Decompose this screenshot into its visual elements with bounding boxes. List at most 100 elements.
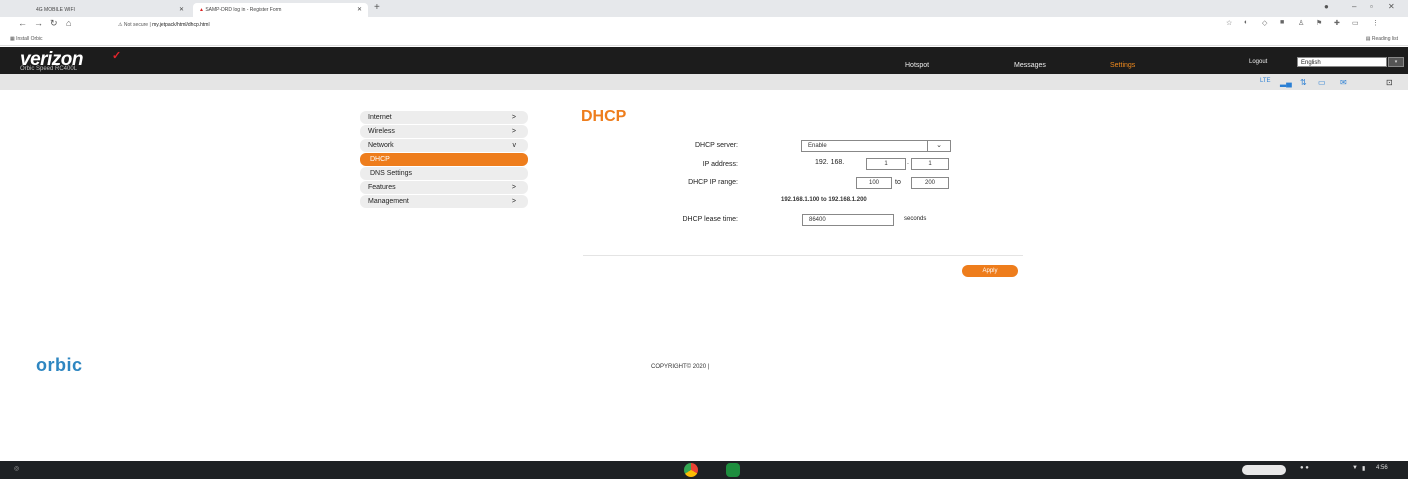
sidebar-item-wireless[interactable]: Wireless >: [360, 125, 528, 138]
chevron-right-icon: >: [511, 198, 516, 205]
extension-icon[interactable]: ◐: [1244, 19, 1248, 26]
sidebar-item-features[interactable]: Features >: [360, 181, 528, 194]
address-input[interactable]: ⚠ Not secure | my.jetpack/html/dhcp.html: [118, 19, 1208, 31]
sidebar-item-label: DNS Settings: [370, 170, 413, 177]
forward-icon[interactable]: →: [34, 18, 43, 28]
os-taskbar: [0, 461, 1408, 479]
orbic-logo: orbic: [36, 355, 83, 375]
back-icon[interactable]: ←: [18, 18, 27, 28]
minimize-icon[interactable]: –: [1352, 2, 1356, 11]
network-type-icon: LTE: [1260, 78, 1271, 84]
home-icon[interactable]: ⌂: [66, 18, 71, 28]
range-to-label: to: [895, 179, 901, 186]
status-strip: [0, 74, 1408, 90]
star-icon[interactable]: ☆: [1226, 19, 1232, 27]
apps-icon[interactable]: ▦: [10, 36, 15, 42]
sidebar-item-label: Features: [368, 184, 396, 191]
sidebar-item-dns-settings[interactable]: DNS Settings: [360, 167, 528, 180]
security-status: Not secure |: [123, 22, 151, 28]
ip-address-label: IP address:: [702, 161, 738, 168]
sidebar-item-label: Internet: [368, 114, 392, 121]
sidebar-item-label: Network: [368, 142, 394, 149]
lease-unit: seconds: [904, 216, 927, 222]
url-text: my.jetpack/html/dhcp.html: [152, 22, 210, 28]
extension-icon[interactable]: ♙: [1298, 19, 1304, 27]
range-start-input[interactable]: 100: [856, 177, 892, 189]
messages-icon: ✉: [1340, 78, 1347, 87]
ip-octet4-input[interactable]: 1: [911, 158, 949, 170]
menu-icon[interactable]: ⋮: [1372, 19, 1379, 27]
ip-prefix: 192. 168.: [815, 159, 845, 166]
reading-list-link[interactable]: ▤ Reading list: [1366, 33, 1398, 45]
nav-messages[interactable]: Messages: [1014, 62, 1046, 69]
checkmark-icon: ✓: [112, 50, 122, 62]
launcher-icon[interactable]: ◎: [14, 465, 19, 472]
divider: [583, 255, 1023, 256]
reading-list-label: Reading list: [1371, 36, 1398, 42]
nav-hotspot[interactable]: Hotspot: [905, 62, 929, 69]
sidebar-item-label: Management: [368, 198, 409, 205]
chevron-down-icon[interactable]: ▾: [1388, 57, 1404, 67]
tray-status-icon[interactable]: ● ●: [1300, 465, 1309, 471]
browser-tab[interactable]: 4G MOBILE WIFI ✕: [30, 3, 190, 17]
chevron-right-icon: >: [511, 114, 516, 121]
maximize-icon[interactable]: ▫: [1370, 2, 1373, 11]
range-end-input[interactable]: 200: [911, 177, 949, 189]
chevron-down-icon: v: [512, 142, 517, 149]
extension-icon[interactable]: ■: [1280, 19, 1284, 26]
lease-time-label: DHCP lease time:: [682, 216, 738, 223]
clock[interactable]: 4:56: [1376, 465, 1388, 471]
connected-devices-icon: ⊡: [1386, 78, 1393, 87]
close-window-icon[interactable]: ✕: [1388, 2, 1395, 11]
dhcp-server-label: DHCP server:: [694, 142, 738, 149]
browser-tab-active[interactable]: ▲ SAMP-DRD log in - Register Form ✕: [193, 3, 368, 17]
sidebar-item-internet[interactable]: Internet >: [360, 111, 528, 124]
signal-icon: ▂▄: [1280, 78, 1292, 87]
chevron-down-icon: ⌄: [927, 141, 950, 151]
bookmark-link[interactable]: Install Orbic: [16, 36, 42, 42]
profile-icon[interactable]: ●: [1324, 2, 1329, 11]
sidebar-toggle-icon[interactable]: ▭: [1352, 19, 1359, 27]
puzzle-icon[interactable]: ✚: [1334, 19, 1340, 27]
battery-icon: ▭: [1318, 78, 1326, 87]
bookmarks-bar: ▦ Install Orbic ▤ Reading list: [0, 33, 1408, 46]
ip-dot: .: [907, 159, 909, 166]
logout-link[interactable]: Logout: [1249, 59, 1267, 65]
dhcp-range-label: DHCP IP range:: [688, 179, 738, 186]
copyright-text: COPYRIGHT© 2020 |: [651, 364, 710, 370]
wifi-icon[interactable]: ▼: [1352, 465, 1358, 471]
battery-icon[interactable]: ▮: [1362, 465, 1365, 472]
close-icon[interactable]: ✕: [179, 3, 184, 17]
warning-icon: ⚠: [118, 22, 123, 28]
tab-title: SAMP-DRD log in - Register Form: [205, 7, 282, 13]
nav-settings[interactable]: Settings: [1110, 62, 1135, 69]
tab-title: 4G MOBILE WIFI: [36, 7, 75, 13]
warning-icon: ▲: [199, 7, 204, 13]
app-icon[interactable]: [726, 463, 740, 477]
lease-time-input[interactable]: 86400: [802, 214, 894, 226]
settings-sidebar: Internet > Wireless > Network v DHCP DNS Se…: [360, 111, 528, 209]
close-icon[interactable]: ✕: [357, 3, 362, 17]
range-summary: 192.168.1.100 to 192.168.1.200: [781, 197, 867, 203]
sidebar-item-dhcp[interactable]: DHCP: [360, 153, 528, 166]
language-select[interactable]: English: [1297, 57, 1387, 67]
chevron-right-icon: >: [511, 128, 516, 135]
apply-button[interactable]: Apply: [962, 265, 1018, 277]
sidebar-item-label: DHCP: [370, 156, 390, 163]
dhcp-server-select[interactable]: Enable ⌄: [801, 140, 951, 152]
extension-icon[interactable]: ⚑: [1316, 19, 1322, 27]
data-transfer-icon: ⇅: [1300, 78, 1307, 87]
chevron-right-icon: >: [511, 184, 516, 191]
chrome-icon[interactable]: [684, 463, 698, 477]
sidebar-item-label: Wireless: [368, 128, 395, 135]
tray-pill[interactable]: [1242, 465, 1286, 475]
sidebar-item-management[interactable]: Management >: [360, 195, 528, 208]
sidebar-item-network[interactable]: Network v: [360, 139, 528, 152]
ip-octet3-input[interactable]: 1: [866, 158, 906, 170]
reload-icon[interactable]: ↻: [50, 18, 58, 29]
dhcp-server-value: Enable: [808, 143, 827, 149]
page-title: DHCP: [581, 108, 627, 125]
device-model: Orbic Speed RC400L: [20, 66, 78, 72]
new-tab-button[interactable]: +: [374, 2, 380, 13]
extension-icon[interactable]: ◇: [1262, 19, 1267, 27]
